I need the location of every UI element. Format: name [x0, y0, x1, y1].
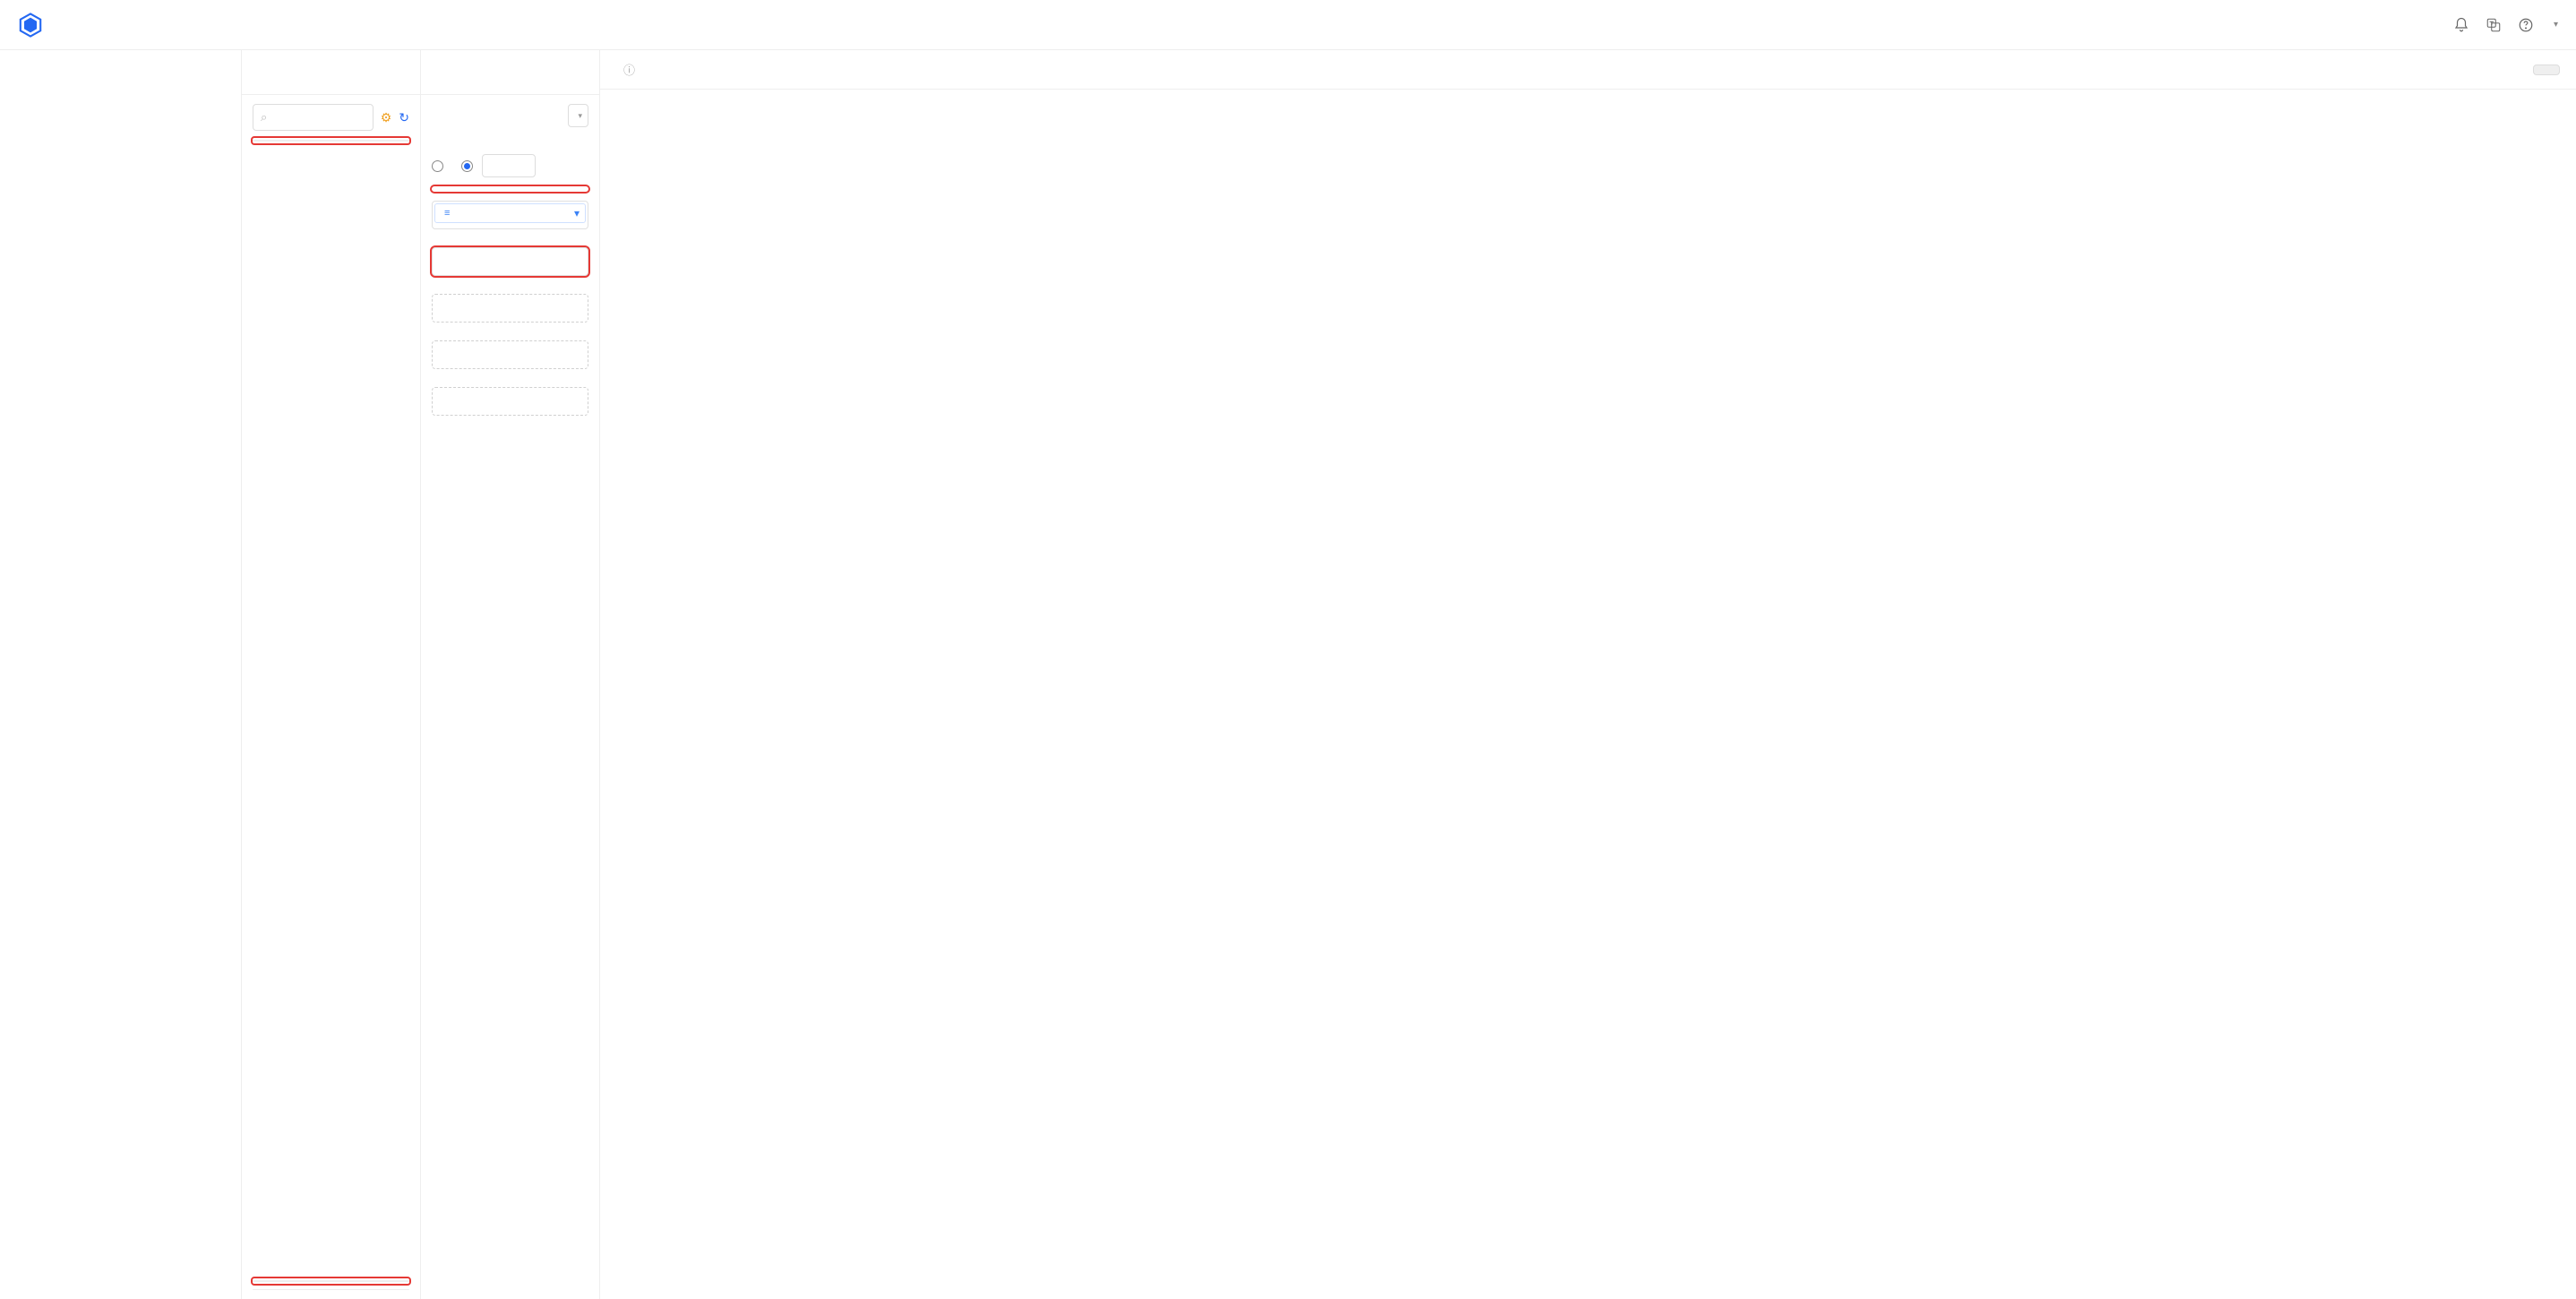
metric-fields-highlighted	[253, 1280, 409, 1282]
bell-icon[interactable]	[2453, 17, 2469, 33]
tab-data[interactable]	[242, 50, 420, 94]
stack-drop[interactable]	[432, 294, 588, 323]
logo-icon	[18, 13, 43, 38]
gear-icon[interactable]: ⚙	[381, 110, 392, 125]
help-icon[interactable]	[2518, 17, 2534, 33]
info-icon[interactable]: ⓘ	[623, 61, 635, 78]
drill-drop[interactable]	[432, 387, 588, 416]
field-panel: ⌕ ⚙ ↻	[242, 50, 421, 1299]
topbar: ▾	[0, 0, 2576, 50]
tab-style[interactable]	[421, 50, 599, 94]
radio-count[interactable]	[461, 160, 473, 172]
y-axis-drop[interactable]	[432, 247, 588, 276]
chevron-down-icon: ▾	[2554, 20, 2558, 30]
metric-fields-extra	[253, 1289, 409, 1290]
filter-drop[interactable]	[432, 340, 588, 369]
x-axis-pill[interactable]: ≡ ▾	[434, 203, 586, 223]
user-menu[interactable]: ▾	[2550, 20, 2558, 30]
config-panel: ▾ ≡ ▾	[421, 50, 600, 1299]
chart-renderer-select[interactable]: ▾	[568, 104, 588, 127]
topbar-right: ▾	[2453, 17, 2558, 33]
locale-icon[interactable]	[2486, 17, 2502, 33]
sort-icon: ≡	[444, 208, 450, 219]
brand-logo[interactable]	[18, 13, 48, 38]
chart-title	[618, 99, 2558, 113]
radio-all[interactable]	[432, 160, 443, 172]
x-axis-label	[432, 186, 588, 192]
field-search-input[interactable]: ⌕	[253, 104, 374, 131]
chevron-down-icon[interactable]: ▾	[574, 207, 580, 219]
refresh-icon[interactable]: ↻	[399, 110, 409, 125]
sidebar-tree	[0, 50, 242, 1299]
search-icon: ⌕	[261, 110, 267, 125]
dimension-fields	[253, 140, 409, 142]
chart-plot	[618, 113, 2558, 1277]
chart-legend	[618, 1277, 2558, 1290]
result-count-input[interactable]	[482, 154, 536, 177]
chart-canvas-area: ⓘ	[600, 50, 2576, 1299]
save-button[interactable]	[2533, 65, 2560, 75]
chevron-down-icon: ▾	[578, 111, 582, 121]
x-axis-drop[interactable]: ≡ ▾	[432, 201, 588, 229]
